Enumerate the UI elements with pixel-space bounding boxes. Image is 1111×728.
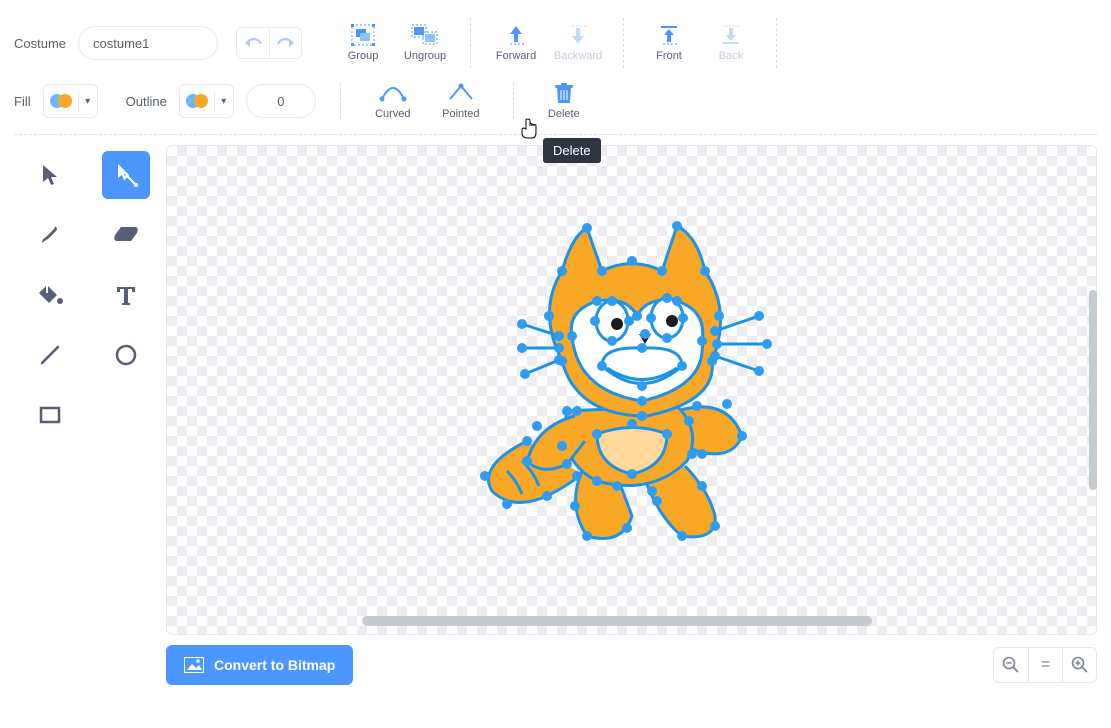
- group-button[interactable]: Group: [332, 14, 394, 72]
- trash-icon: [554, 82, 574, 104]
- brush-tool[interactable]: [26, 211, 74, 259]
- pointed-icon: [447, 82, 475, 104]
- pointed-label: Pointed: [442, 108, 479, 120]
- back-icon: [719, 24, 743, 46]
- front-button[interactable]: Front: [638, 14, 700, 72]
- fill-label: Fill: [14, 94, 31, 109]
- backward-icon: [566, 24, 590, 46]
- group-label: Group: [348, 50, 379, 62]
- delete-button[interactable]: Delete: [538, 82, 590, 120]
- pointed-button[interactable]: Pointed: [433, 82, 489, 120]
- forward-button[interactable]: Forward: [485, 14, 547, 72]
- outline-color-icon: [180, 85, 214, 117]
- reshape-tool[interactable]: [102, 151, 150, 199]
- redo-button[interactable]: [269, 28, 301, 58]
- outline-label: Outline: [126, 94, 167, 109]
- delete-label: Delete: [548, 108, 580, 120]
- undo-button[interactable]: [237, 28, 269, 58]
- fill-swatch[interactable]: ▾: [43, 84, 98, 118]
- convert-label: Convert to Bitmap: [214, 657, 335, 673]
- fill-color-icon: [44, 85, 78, 117]
- sprite-artwork[interactable]: [467, 216, 795, 562]
- convert-to-bitmap-button[interactable]: Convert to Bitmap: [166, 645, 353, 685]
- chevron-down-icon: ▾: [79, 96, 97, 107]
- eraser-tool[interactable]: [102, 211, 150, 259]
- delete-tooltip: Delete: [543, 138, 601, 163]
- backward-label: Backward: [554, 50, 602, 62]
- text-tool[interactable]: [102, 271, 150, 319]
- bitmap-icon: [184, 657, 204, 673]
- outline-swatch[interactable]: ▾: [179, 84, 234, 118]
- paint-canvas[interactable]: [166, 145, 1097, 635]
- zoom-out-button[interactable]: [994, 648, 1028, 682]
- ungroup-icon: [411, 24, 439, 46]
- front-label: Front: [656, 50, 682, 62]
- ungroup-button[interactable]: Ungroup: [394, 14, 456, 72]
- outline-width-input[interactable]: [246, 84, 316, 118]
- rectangle-tool[interactable]: [26, 391, 74, 439]
- back-button[interactable]: Back: [700, 14, 762, 72]
- cursor-icon: [520, 118, 538, 140]
- horizontal-scrollbar[interactable]: [362, 616, 872, 626]
- back-label: Back: [719, 50, 743, 62]
- costume-label: Costume: [14, 36, 66, 51]
- vertical-scrollbar[interactable]: [1089, 290, 1097, 490]
- curved-label: Curved: [375, 108, 410, 120]
- front-icon: [657, 24, 681, 46]
- chevron-down-icon: ▾: [215, 96, 233, 107]
- circle-tool[interactable]: [102, 331, 150, 379]
- select-tool[interactable]: [26, 151, 74, 199]
- costume-name-input[interactable]: [78, 26, 218, 60]
- ungroup-label: Ungroup: [404, 50, 446, 62]
- zoom-reset-button[interactable]: =: [1028, 648, 1062, 682]
- forward-icon: [504, 24, 528, 46]
- fill-tool[interactable]: [26, 271, 74, 319]
- line-tool[interactable]: [26, 331, 74, 379]
- curved-button[interactable]: Curved: [365, 82, 421, 120]
- curved-icon: [379, 82, 407, 104]
- group-icon: [351, 24, 375, 46]
- zoom-in-button[interactable]: [1062, 648, 1096, 682]
- backward-button[interactable]: Backward: [547, 14, 609, 72]
- forward-label: Forward: [496, 50, 536, 62]
